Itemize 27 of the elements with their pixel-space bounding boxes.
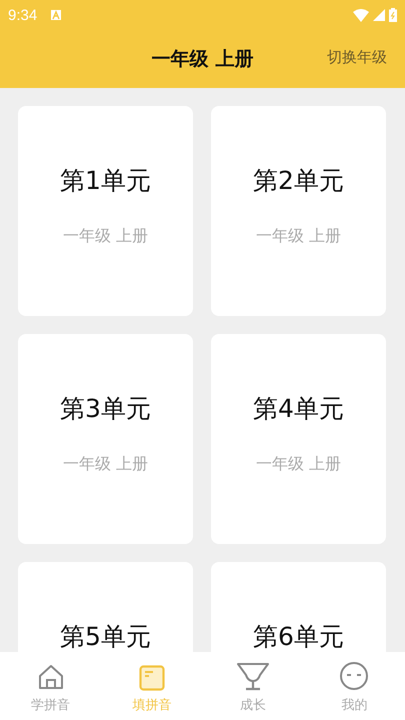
unit-title: 第6单元 xyxy=(253,622,344,652)
unit-card[interactable]: 第3单元 一年级 上册 xyxy=(18,334,193,544)
house-icon xyxy=(36,663,65,691)
unit-card[interactable]: 第2单元 一年级 上册 xyxy=(211,106,386,316)
unit-title: 第5单元 xyxy=(60,622,151,652)
battery-icon xyxy=(389,8,397,22)
notification-icon xyxy=(51,10,62,20)
unit-title: 第4单元 xyxy=(253,394,344,424)
switch-grade-link[interactable]: 切换年级 xyxy=(327,48,387,67)
unit-card[interactable]: 第6单元 xyxy=(211,562,386,652)
trophy-icon xyxy=(237,661,270,691)
unit-subtitle: 一年级 上册 xyxy=(62,226,148,247)
face-icon xyxy=(339,661,370,691)
unit-subtitle: 一年级 上册 xyxy=(62,454,148,475)
wifi-icon xyxy=(353,8,369,22)
unit-title: 第3单元 xyxy=(60,394,151,424)
status-time: 9:34 xyxy=(8,6,38,24)
unit-subtitle: 一年级 上册 xyxy=(256,454,342,475)
unit-card[interactable]: 第4单元 一年级 上册 xyxy=(211,334,386,544)
unit-card[interactable]: 第5单元 xyxy=(18,562,193,652)
unit-title: 第2单元 xyxy=(253,166,344,196)
unit-title: 第1单元 xyxy=(60,166,151,196)
unit-card[interactable]: 第1单元 一年级 上册 xyxy=(18,106,193,316)
page-title: 一年级 上册 xyxy=(152,47,254,72)
signal-icon xyxy=(373,9,385,21)
unit-subtitle: 一年级 上册 xyxy=(256,226,342,247)
notebook-icon xyxy=(138,665,165,691)
